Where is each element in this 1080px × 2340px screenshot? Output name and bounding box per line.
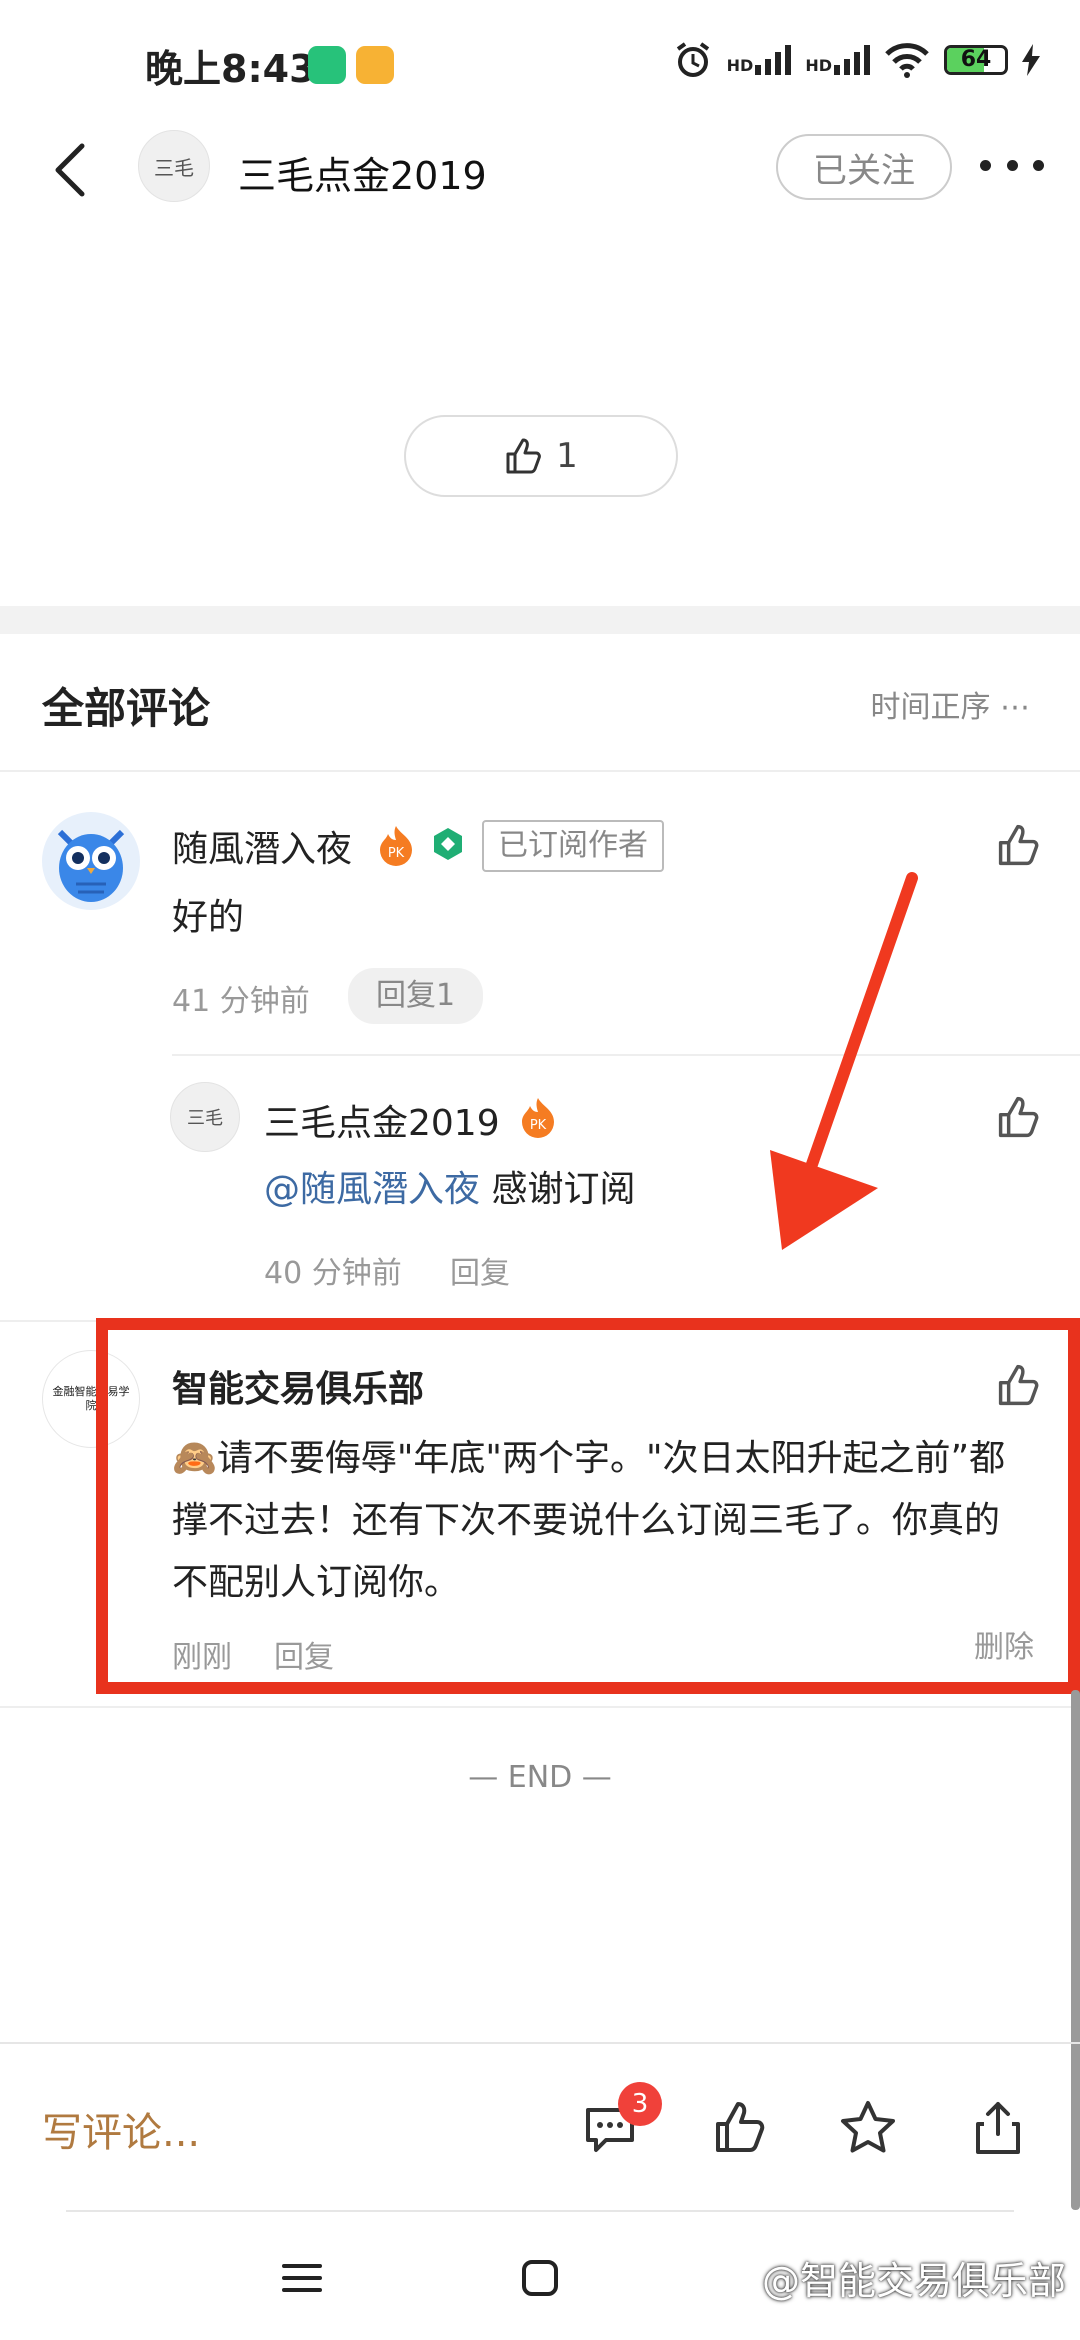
vpn-shield-icon <box>308 46 346 84</box>
like-icon[interactable] <box>710 2098 770 2158</box>
signal-1-icon: HD <box>727 45 792 75</box>
verified-badge-icon <box>430 826 466 862</box>
pk-fire-badge-icon: PK <box>378 824 414 866</box>
reply-button[interactable]: 回复 <box>450 1248 510 1292</box>
mention-link[interactable]: @随風潛入夜 <box>264 1169 480 1210</box>
star-favorite-icon[interactable] <box>838 2098 898 2158</box>
signal-2-icon: HD <box>805 45 870 75</box>
end-marker: — END — <box>468 1760 612 1795</box>
follow-button[interactable]: 已关注 <box>776 134 952 200</box>
pk-fire-badge-icon: PK <box>520 1096 556 1138</box>
more-options-icon[interactable] <box>980 150 1044 180</box>
back-icon[interactable] <box>48 140 98 200</box>
highlight-box <box>96 1318 1080 1694</box>
alarm-icon <box>676 42 709 77</box>
home-icon[interactable] <box>510 2248 570 2308</box>
comments-title: 全部评论 <box>42 684 211 733</box>
reply-avatar[interactable]: 三毛 <box>170 1082 240 1152</box>
thumbs-up-icon <box>998 824 1039 866</box>
comment-avatar[interactable] <box>42 812 140 910</box>
message-notification-icon <box>356 46 394 84</box>
divider <box>172 1054 1080 1056</box>
author-name[interactable]: 三毛点金2019 <box>238 145 487 200</box>
divider <box>0 2042 1080 2044</box>
comment-like-button[interactable] <box>996 822 1042 872</box>
thumbs-up-icon <box>506 438 542 474</box>
divider <box>66 2210 1014 2212</box>
status-icons: HD HD 64 <box>673 40 1040 80</box>
watermark: @智能交易俱乐部 <box>761 2259 1066 2303</box>
comment-count-badge: 3 <box>618 2082 662 2126</box>
reply-time: 40 分钟前 <box>264 1256 402 1291</box>
divider <box>0 770 1080 772</box>
author-avatar[interactable]: 三毛 <box>138 130 210 202</box>
comment-author-name[interactable]: 随風潛入夜 <box>172 820 352 872</box>
menu-icon[interactable] <box>272 2248 332 2308</box>
reply-author-name[interactable]: 三毛点金2019 <box>264 1094 500 1146</box>
annotation-arrow <box>770 872 918 1250</box>
subscriber-tag: 已订阅作者 <box>482 820 664 872</box>
share-icon[interactable] <box>968 2098 1028 2158</box>
section-separator <box>0 606 1080 634</box>
status-bar: 晚上8:43 HD HD 64 <box>0 0 1080 120</box>
charging-icon <box>1022 44 1040 76</box>
status-time: 晚上8:43 <box>145 47 316 91</box>
post-like-button[interactable]: 1 <box>404 415 678 497</box>
write-comment-input[interactable]: 写评论... <box>42 2100 200 2158</box>
scrollbar[interactable] <box>1071 1690 1080 2210</box>
wifi-icon <box>885 43 929 78</box>
like-count: 1 <box>556 436 578 476</box>
svg-text:PK: PK <box>530 1118 547 1133</box>
reply-count-button[interactable]: 回复1 <box>348 968 484 1024</box>
sort-button[interactable]: 时间正序 ⋯ <box>870 682 1030 726</box>
battery-icon: 64 <box>944 45 1008 75</box>
owl-avatar-icon <box>57 829 125 902</box>
comment-time: 41 分钟前 <box>172 984 310 1019</box>
divider <box>0 1706 1080 1708</box>
reply-like-button[interactable] <box>996 1094 1042 1144</box>
thumbs-up-icon <box>998 1096 1039 1138</box>
comment-text: 好的 <box>172 897 245 938</box>
reply-text: @随風潛入夜 感谢订阅 <box>264 1169 636 1210</box>
svg-text:PK: PK <box>388 846 405 861</box>
